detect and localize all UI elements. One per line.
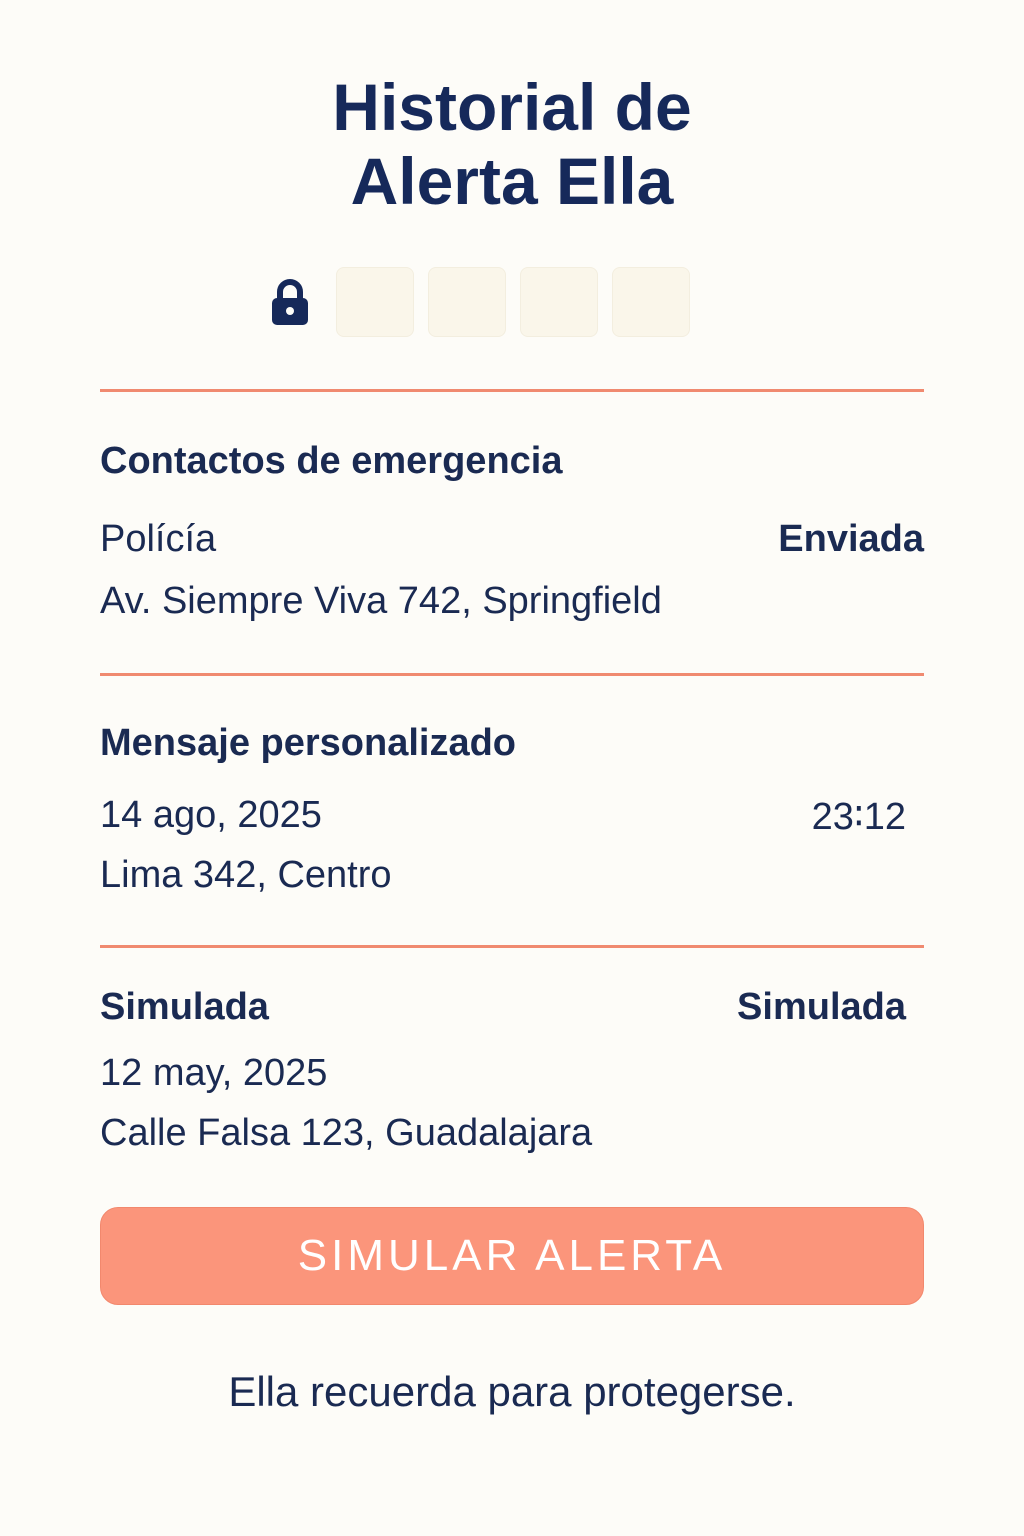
entry-title: Contactos de emergencia bbox=[100, 440, 563, 482]
footer-tagline: Ella recuerda para protegerse. bbox=[228, 1368, 796, 1415]
page-title-line1: Historial de bbox=[332, 70, 692, 144]
pin-entry bbox=[268, 266, 704, 338]
page-title: Historial de Alerta Ella bbox=[0, 70, 1024, 218]
section-divider bbox=[100, 673, 924, 676]
entry-title: Mensaje personalizado bbox=[100, 722, 517, 764]
page-title-line2: Alerta Ella bbox=[350, 144, 674, 218]
pin-digit-3[interactable] bbox=[520, 267, 598, 337]
pin-digit-4[interactable] bbox=[612, 267, 690, 337]
lock-icon bbox=[268, 276, 312, 328]
pin-digit-1[interactable] bbox=[336, 267, 414, 337]
entry-recipient: Polícía bbox=[100, 518, 217, 560]
pin-digit-2[interactable] bbox=[428, 267, 506, 337]
simulate-alert-button[interactable]: SIMULAR ALERTA bbox=[100, 1207, 924, 1305]
entry-date: 12 may, 2025 bbox=[100, 1052, 328, 1094]
entry-address: Lima 342, Centro bbox=[100, 854, 392, 896]
status-badge: Simulada bbox=[737, 986, 906, 1028]
status-badge: Enviada bbox=[778, 518, 924, 560]
entry-time: 23∶12 bbox=[811, 796, 906, 838]
entry-title: Simulada bbox=[100, 986, 269, 1028]
entry-address: Calle Falsa 123, Guadalajara bbox=[100, 1112, 593, 1154]
entry-date: 14 ago, 2025 bbox=[100, 794, 322, 836]
section-divider bbox=[100, 389, 924, 392]
section-divider bbox=[100, 945, 924, 948]
entry-address: Av. Siempre Viva 742, Springfield bbox=[100, 580, 662, 622]
alert-history-screen: Historial de Alerta Ella Contactos de em… bbox=[0, 0, 1024, 1536]
